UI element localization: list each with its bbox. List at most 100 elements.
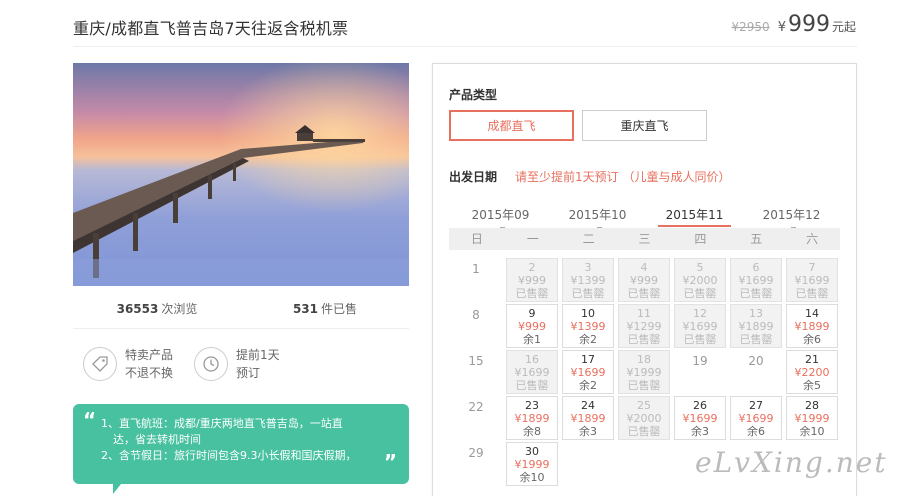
day-price: ¥1699 <box>738 412 774 425</box>
price-block: ¥2950 ¥ 999 元起 <box>732 12 856 37</box>
day-price: ¥1899 <box>794 320 830 333</box>
day-price: ¥2000 <box>682 274 718 287</box>
current-price: 999 <box>787 12 830 37</box>
highlights-tail <box>113 484 121 494</box>
booking-note: 请至少提前1天预订 （儿童与成人同价） <box>515 170 731 184</box>
day-stock: 余10 <box>799 425 825 438</box>
day-stock: 已售罄 <box>627 379 661 392</box>
calendar-day-available[interactable]: 17 ¥1699 余2 <box>562 350 614 394</box>
feature-line1: 提前1天 <box>236 348 280 362</box>
day-number: 17 <box>581 353 595 366</box>
day-number: 2 <box>528 261 536 274</box>
day-stock: 已售罄 <box>683 287 717 300</box>
calendar-day-available[interactable]: 10 ¥1399 余2 <box>562 304 614 348</box>
day-number: 30 <box>525 445 539 458</box>
highlight-line: 2、含节假日：旅行时间包含9.3小长假和国庆假期， <box>101 449 357 462</box>
highlight-line: 达，省去转机时间 <box>113 433 201 446</box>
day-price: ¥1899 <box>570 412 606 425</box>
type-button-chongqing[interactable]: 重庆直飞 <box>582 110 707 141</box>
week-first-day: 22 <box>468 400 484 414</box>
day-stock: 余2 <box>579 379 597 392</box>
week-first-day: 8 <box>472 308 480 322</box>
calendar-day-soldout: 13 ¥1899 已售罄 <box>730 304 782 348</box>
feature-advance-booking: 提前1天 预订 <box>194 346 280 382</box>
day-stock: 已售罄 <box>795 287 829 300</box>
calendar-day-soldout: 12 ¥1699 已售罄 <box>674 304 726 348</box>
day-number: 26 <box>693 399 707 412</box>
calendar-day-available[interactable]: 21 ¥2200 余5 <box>786 350 838 394</box>
day-number: 7 <box>808 261 816 274</box>
day-number: 16 <box>525 353 539 366</box>
highlight-line: 1、直飞航班：成都/重庆两地直飞普吉岛，一站直 <box>101 417 343 430</box>
day-price: ¥999 <box>518 274 546 287</box>
month-label: 2015年09 <box>471 208 530 222</box>
calendar-day-available[interactable]: 14 ¥1899 余6 <box>786 304 838 348</box>
day-stock: 已售罄 <box>571 287 605 300</box>
weekday-label: 日 <box>470 232 483 246</box>
month-label: 2015年10 <box>568 208 627 222</box>
weekday-label: 六 <box>806 232 819 246</box>
day-stock: 已售罄 <box>683 333 717 346</box>
departure-date-label: 出发日期 <box>449 170 498 184</box>
calendar-day-soldout: 7 ¥1699 已售罄 <box>786 258 838 302</box>
calendar-day-available[interactable]: 27 ¥1699 余6 <box>730 396 782 440</box>
month-label: 2015年11 <box>665 208 724 222</box>
tab-month-2015-11[interactable]: 2015年11 <box>646 206 743 227</box>
calendar-day-empty: 19 <box>692 354 708 368</box>
calendar-week-row: 15 16 ¥1699 已售罄 17 ¥1699 余2 18 ¥1999 已售罄 19 20 21 ¥22… <box>449 350 840 394</box>
day-price: ¥999 <box>630 274 658 287</box>
divider <box>73 328 409 329</box>
day-number: 14 <box>805 307 819 320</box>
day-number: 4 <box>640 261 648 274</box>
day-stock: 已售罄 <box>515 287 549 300</box>
calendar-week-row: 22 23 ¥1899 余8 24 ¥1899 余3 25 ¥2000 已售罄 26 ¥1699 余3 2… <box>449 396 840 440</box>
month-label: 2015年12 <box>762 208 821 222</box>
close-quote: ” <box>383 450 397 474</box>
day-price: ¥999 <box>518 320 546 333</box>
day-stock: 已售罄 <box>739 333 773 346</box>
views-label: 次浏览 <box>161 302 198 316</box>
day-price: ¥1899 <box>738 320 774 333</box>
day-price: ¥2200 <box>794 366 830 379</box>
day-price: ¥1999 <box>626 366 662 379</box>
day-number: 27 <box>749 399 763 412</box>
day-stock: 余5 <box>803 379 821 392</box>
weekday-header: 日 一 二 三 四 五 六 <box>449 228 840 250</box>
weekday-label: 五 <box>750 232 763 246</box>
clock-icon <box>194 347 228 381</box>
type-button-chengdu[interactable]: 成都直飞 <box>449 110 574 141</box>
product-type-label: 产品类型 <box>449 88 498 102</box>
day-number: 13 <box>749 307 763 320</box>
day-stock: 余8 <box>523 425 541 438</box>
calendar-day-available[interactable]: 23 ¥1899 余8 <box>506 396 558 440</box>
calendar-day-available[interactable]: 24 ¥1899 余3 <box>562 396 614 440</box>
day-stock: 余6 <box>803 333 821 346</box>
product-photo[interactable] <box>73 63 409 286</box>
sold-count: 531 <box>292 302 319 316</box>
day-price: ¥1699 <box>682 412 718 425</box>
tab-month-2015-10[interactable]: 2015年10 <box>549 206 646 229</box>
calendar-day-soldout: 11 ¥1299 已售罄 <box>618 304 670 348</box>
day-stock: 已售罄 <box>627 333 661 346</box>
price-currency: ¥ <box>777 20 786 35</box>
day-stock: 余2 <box>579 333 597 346</box>
calendar-day-available[interactable]: 9 ¥999 余1 <box>506 304 558 348</box>
tab-month-2015-12[interactable]: 2015年12 <box>743 206 840 229</box>
day-number: 9 <box>528 307 536 320</box>
day-price: ¥2000 <box>626 412 662 425</box>
day-number: 24 <box>581 399 595 412</box>
calendar-day-soldout: 5 ¥2000 已售罄 <box>674 258 726 302</box>
calendar-week-row: 1 2 ¥999 已售罄 3 ¥1399 已售罄 4 ¥999 已售罄 5 ¥2000 已售罄 6 ¥169… <box>449 258 840 302</box>
day-number: 3 <box>584 261 592 274</box>
calendar-day-available[interactable]: 26 ¥1699 余3 <box>674 396 726 440</box>
tab-month-2015-09[interactable]: 2015年09 <box>452 206 549 229</box>
day-number: 11 <box>637 307 651 320</box>
product-page: 重庆/成都直飞普吉岛7天往返含税机票 ¥2950 ¥ 999 元起 36553 … <box>0 0 901 496</box>
divider <box>73 46 857 47</box>
sold-label: 件已售 <box>321 302 358 316</box>
calendar-day-available[interactable]: 28 ¥1999 余10 <box>786 396 838 440</box>
day-stock: 已售罄 <box>515 379 549 392</box>
original-price: ¥2950 <box>731 20 770 34</box>
calendar-day-available[interactable]: 30 ¥1999 余10 <box>506 442 558 486</box>
day-stock: 余3 <box>579 425 597 438</box>
